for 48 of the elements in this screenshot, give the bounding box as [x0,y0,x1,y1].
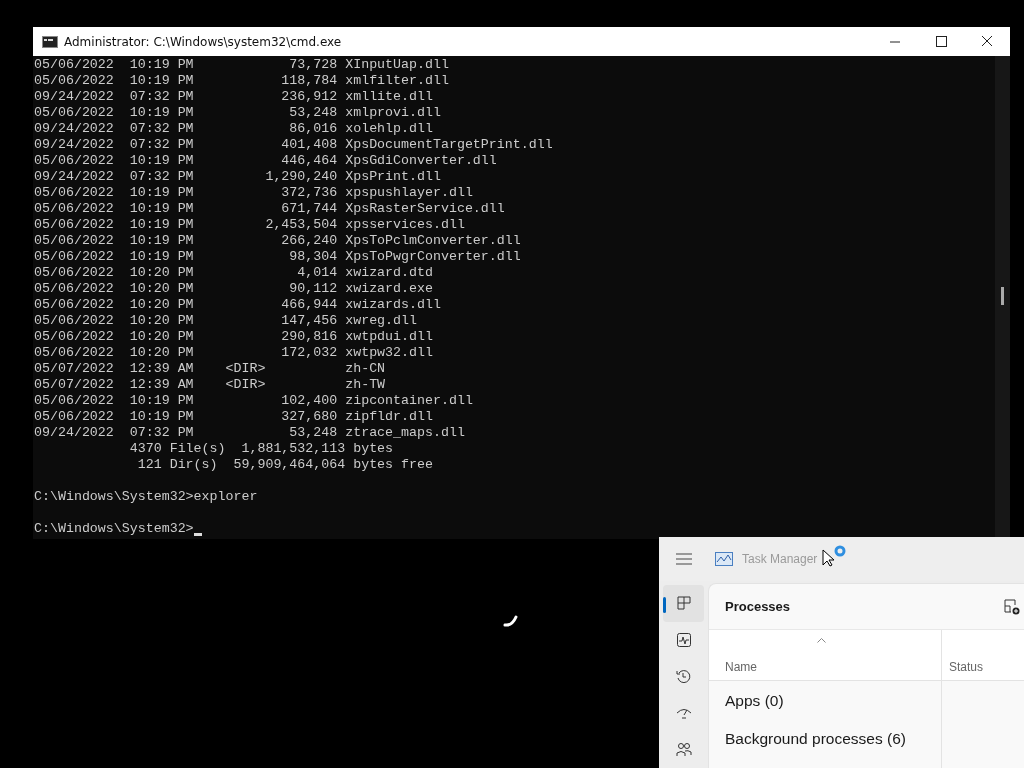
console-icon [42,35,58,48]
console-line: 09/24/2022 07:32 PM 1,290,240 XpsPrint.dll [34,169,442,185]
console-line: 121 Dir(s) 59,909,464,064 bytes free [136,457,434,473]
users-icon [675,742,692,758]
console-line: 05/06/2022 10:19 PM 102,400 zipcontainer.dll [34,393,474,409]
console-line: 05/06/2022 10:19 PM 98,304 XpsToPwgrConverter.dll [34,249,522,265]
console-line: 09/24/2022 07:32 PM 236,912 xmllite.dll [34,89,434,105]
add-task-icon[interactable] [1004,598,1020,615]
sort-caret-icon[interactable] [817,638,826,643]
page-heading: Processes [725,599,791,614]
menu-icon[interactable] [676,553,692,565]
console-line: 05/07/2022 12:39 AM <DIR> zh-CN [34,361,387,377]
console-line: C:\Windows\System32> [34,521,194,537]
console-line: 05/06/2022 10:19 PM 118,784 xmlfilter.dll [34,73,450,89]
console-line: 4370 File(s) 1,881,532,113 bytes [128,441,395,457]
group-label: Background processes (6) [725,729,907,749]
loading-icon [502,614,520,628]
console-line: 05/06/2022 10:19 PM 327,680 zipfldr.dll [34,409,434,425]
group-label: Apps (0) [725,691,785,711]
history-icon [676,669,691,684]
console-line: 05/06/2022 10:19 PM 2,453,504 xpsservices.dll [34,217,466,233]
console-line: 05/06/2022 10:20 PM 147,456 xwreg.dll [34,313,418,329]
console-line: 05/06/2022 10:19 PM 53,248 xmlprovi.dll [34,105,442,121]
grid-icon [676,596,691,611]
console-line: 05/06/2022 10:19 PM 446,464 XpsGdiConverter.dll [34,153,498,169]
console-line: C:\Windows\System32>explorer [34,489,258,505]
console-line: 05/06/2022 10:19 PM 372,736 xpspushlayer.dll [34,185,474,201]
busy-pointer-icon [822,545,848,567]
window-title: Task Manager [742,552,818,566]
console-line: 05/06/2022 10:20 PM 172,032 xwtpw32.dll [34,345,434,361]
column-header[interactable]: Name [725,660,757,674]
console-line: 05/06/2022 10:20 PM 90,112 xwizard.exe [34,281,434,297]
console-line: 05/07/2022 12:39 AM <DIR> zh-TW [34,377,387,393]
chart-icon [715,552,733,566]
gauge-icon [675,707,692,720]
console-line: 05/06/2022 10:20 PM 4,014 xwizard.dtd [34,265,434,281]
console-line: 05/06/2022 10:19 PM 671,744 XpsRasterService.dll [34,201,506,217]
console-line: 05/06/2022 10:19 PM 266,240 XpsToPclmConverter.dll [34,233,522,249]
column-header[interactable]: Status [949,660,984,674]
window-title: Administrator: C:\Windows\system32\cmd.exe [64,34,343,49]
console-line: 09/24/2022 07:32 PM 401,408 XpsDocumentTargetPrint.dll [34,137,554,153]
console-line: 05/06/2022 10:20 PM 290,816 xwtpdui.dll [34,329,434,345]
console-line: 05/06/2022 10:20 PM 466,944 xwizards.dll [34,297,442,313]
console-line: 09/24/2022 07:32 PM 53,248 ztrace_maps.dll [34,425,466,441]
scrollbar[interactable] [995,56,1010,539]
console-line: 05/06/2022 10:19 PM 73,728 XInputUap.dll [34,57,450,73]
console-line: 09/24/2022 07:32 PM 86,016 xolehlp.dll [34,121,434,137]
pulse-icon [676,632,691,647]
